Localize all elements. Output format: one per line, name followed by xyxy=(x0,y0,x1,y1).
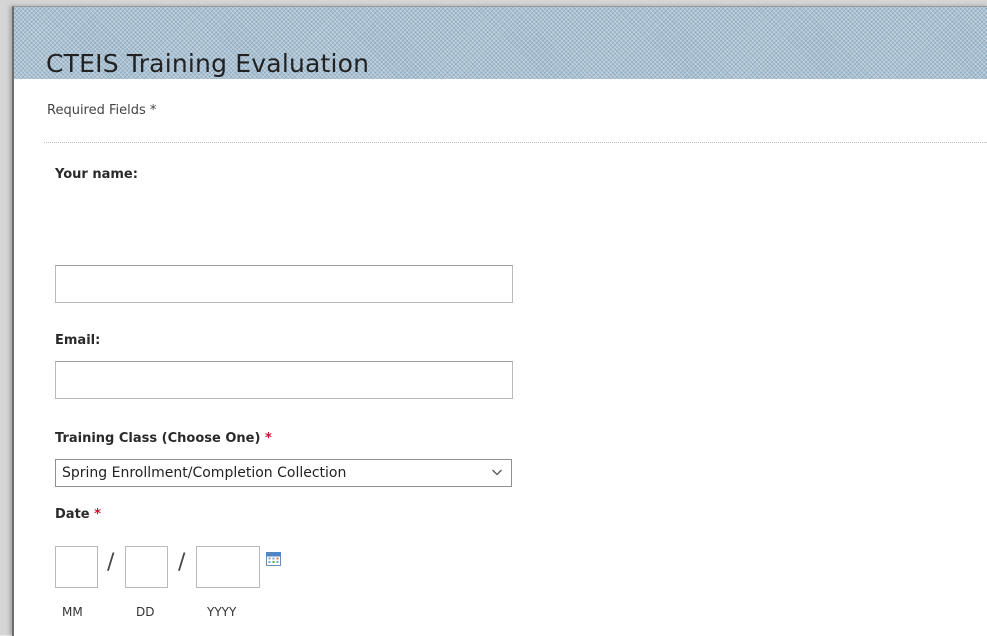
name-field[interactable] xyxy=(55,265,513,303)
required-marker: * xyxy=(264,431,272,446)
training-class-selected-value: Spring Enrollment/Completion Collection xyxy=(62,465,347,481)
email-label: Email: xyxy=(55,333,101,348)
date-month-field[interactable] xyxy=(55,546,98,588)
name-label: Your name: xyxy=(55,167,138,182)
required-marker: * xyxy=(94,507,101,522)
date-day-caption: DD xyxy=(136,605,155,619)
calendar-icon[interactable] xyxy=(266,552,281,566)
training-class-label: Training Class (Choose One) * xyxy=(55,431,272,446)
form-window: CTEIS Training Evaluation Required Field… xyxy=(12,6,987,636)
date-separator: / xyxy=(107,550,115,575)
email-field[interactable] xyxy=(55,361,513,399)
training-class-label-text: Training Class (Choose One) xyxy=(55,431,261,446)
required-fields-note: Required Fields * xyxy=(47,103,157,118)
chevron-down-icon xyxy=(492,469,502,476)
section-divider xyxy=(44,142,987,143)
date-label-text: Date xyxy=(55,507,90,522)
date-year-caption: YYYY xyxy=(207,605,237,619)
screenshot-frame: CTEIS Training Evaluation Required Field… xyxy=(0,0,987,636)
date-day-field[interactable] xyxy=(125,546,168,588)
date-label: Date * xyxy=(55,507,101,522)
training-class-select[interactable]: Spring Enrollment/Completion Collection xyxy=(55,459,512,487)
date-separator: / xyxy=(178,550,186,575)
form-title: CTEIS Training Evaluation xyxy=(46,49,370,78)
date-year-field[interactable] xyxy=(196,546,260,588)
date-month-caption: MM xyxy=(62,605,83,619)
